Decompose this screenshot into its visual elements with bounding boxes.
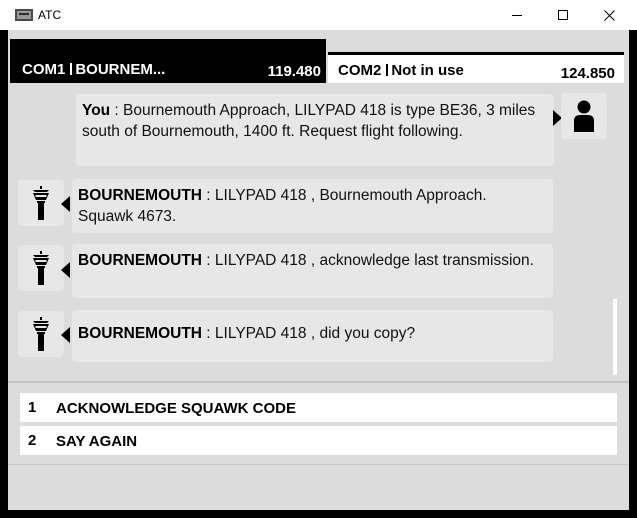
minimize-icon (512, 14, 522, 16)
app-icon (15, 9, 33, 21)
com1-station: BOURNEM... (75, 61, 166, 78)
tab-separator (386, 64, 389, 76)
atc-panel: COM1 BOURNEM... 119.480 COM2 Not in use 12… (8, 30, 629, 510)
divider (8, 381, 629, 383)
conversation-scrollbar[interactable] (610, 85, 622, 381)
com1-frequency: 119.480 (267, 63, 321, 80)
pointer-left-icon (61, 327, 70, 343)
option-number: 2 (28, 432, 37, 449)
message-speaker: You (82, 102, 111, 119)
com1-name: COM1 (22, 61, 66, 78)
com2-station: Not in use (391, 62, 464, 79)
title-bar[interactable]: ATC (0, 0, 637, 30)
com2-name: COM2 (338, 62, 382, 79)
message-text: : Bournemouth Approach, LILYPAD 418 is t… (82, 102, 536, 140)
atc-window: ATC COM1 BOURNEM... 119.480 COM2 Not in us… (0, 0, 637, 518)
control-tower-icon (18, 311, 64, 357)
option-label: SAY AGAIN (56, 433, 138, 450)
maximize-button[interactable] (540, 0, 586, 30)
option-label: ACKNOWLEDGE SQUAWK CODE (56, 400, 296, 417)
control-tower-icon (18, 245, 64, 291)
option-number: 1 (28, 399, 37, 416)
footer-divider (8, 464, 629, 465)
message-atc: BOURNEMOUTH : LILYPAD 418 , acknowledge … (72, 244, 553, 298)
com2-frequency: 124.850 (560, 65, 615, 82)
tab-com1-label: COM1 BOURNEM... (22, 61, 165, 78)
pointer-left-icon (61, 262, 70, 278)
close-button[interactable] (586, 0, 632, 30)
message-speaker: BOURNEMOUTH (78, 252, 202, 269)
message-text: : LILYPAD 418 , acknowledge last transmi… (202, 252, 534, 269)
conversation-log[interactable]: You : Bournemouth Approach, LILYPAD 418 … (8, 85, 629, 381)
minimize-button[interactable] (494, 0, 540, 30)
pointer-left-icon (61, 196, 70, 212)
option-say-again[interactable]: 2 SAY AGAIN (20, 426, 617, 455)
tab-com1[interactable]: COM1 BOURNEM... 119.480 (10, 39, 326, 83)
tab-separator (70, 63, 73, 75)
maximize-icon (558, 10, 568, 20)
message-speaker: BOURNEMOUTH (78, 187, 202, 204)
pilot-icon (561, 93, 607, 139)
message-atc: BOURNEMOUTH : LILYPAD 418 , did you copy… (72, 310, 553, 362)
window-title: ATC (38, 8, 62, 22)
close-icon (603, 9, 615, 21)
message-atc: BOURNEMOUTH : LILYPAD 418 , Bournemouth … (72, 179, 553, 233)
tab-com2-label: COM2 Not in use (338, 62, 464, 79)
control-tower-icon (18, 180, 64, 226)
message-text: : LILYPAD 418 , did you copy? (202, 325, 416, 342)
tab-com2[interactable]: COM2 Not in use 124.850 (328, 52, 624, 83)
message-pilot: You : Bournemouth Approach, LILYPAD 418 … (76, 94, 554, 166)
option-acknowledge-squawk[interactable]: 1 ACKNOWLEDGE SQUAWK CODE (20, 393, 617, 422)
message-speaker: BOURNEMOUTH (78, 325, 202, 342)
scrollbar-thumb[interactable] (613, 299, 617, 375)
